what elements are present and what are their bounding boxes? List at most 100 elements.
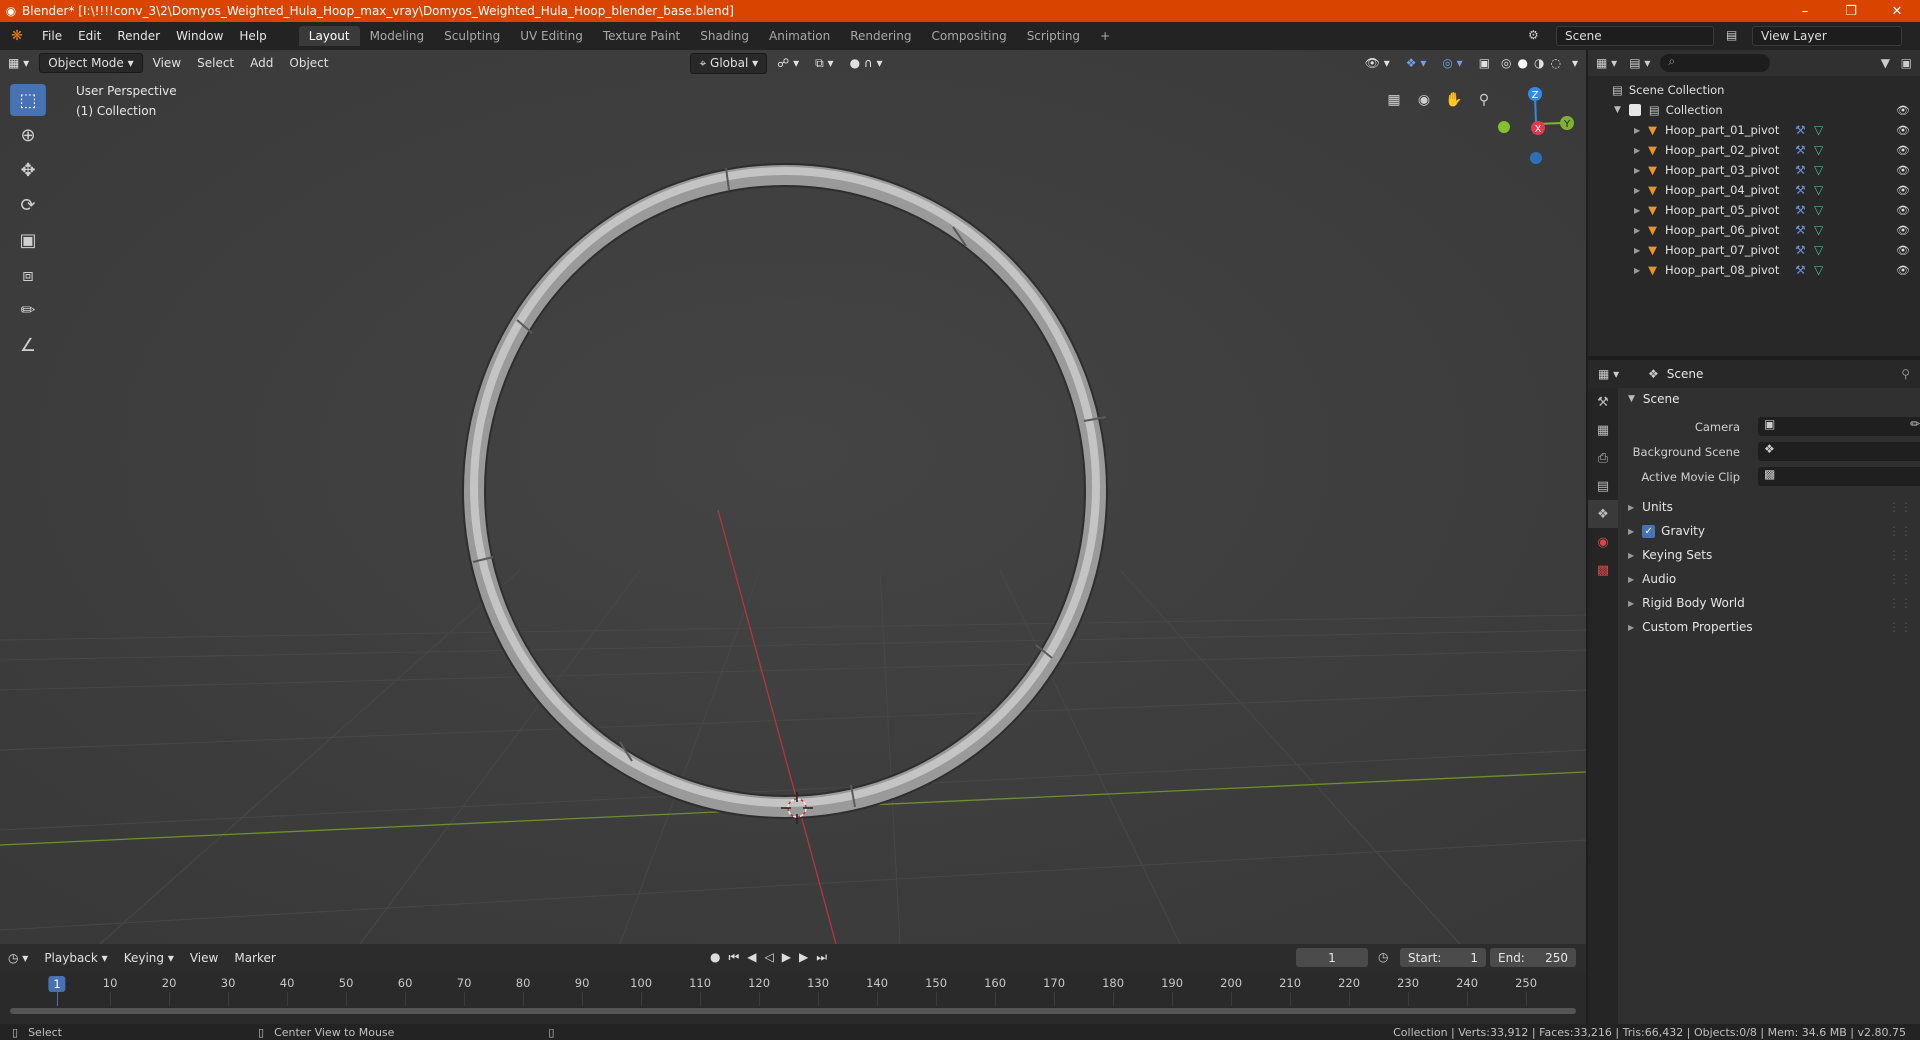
minimize-button[interactable]: – xyxy=(1782,4,1828,19)
properties-panel-units[interactable]: ▶ Units ⋮⋮ xyxy=(1618,495,1920,519)
modifier-wrench-icon[interactable]: ⚒ xyxy=(1795,183,1806,197)
play-reverse-icon[interactable]: ◁ xyxy=(765,950,782,964)
texture-tab-icon[interactable]: ▩ xyxy=(1588,556,1618,584)
rotate-tool-icon[interactable]: ⟳ xyxy=(10,189,46,221)
record-icon[interactable]: ● xyxy=(710,950,728,964)
tab-scripting[interactable]: Scripting xyxy=(1017,26,1090,46)
mesh-data-icon[interactable]: ▽ xyxy=(1814,123,1823,137)
gizmo-toggle-icon[interactable]: ❖ ▾ xyxy=(1398,56,1435,70)
3d-viewport[interactable]: Z Y X ▦ ▾ Object Mode ▾ View Select Add … xyxy=(0,50,1586,944)
background-scene-field[interactable]: ❖ xyxy=(1758,442,1920,461)
menu-marker[interactable]: Marker xyxy=(226,951,283,965)
modifier-wrench-icon[interactable]: ⚒ xyxy=(1795,263,1806,277)
modifier-wrench-icon[interactable]: ⚒ xyxy=(1795,123,1806,137)
snap-icon[interactable]: ⧉ ▾ xyxy=(807,56,841,71)
zoom-view-icon[interactable]: ⚲ xyxy=(1470,86,1498,114)
maximize-button[interactable]: ❐ xyxy=(1828,4,1874,19)
toggle-grid-view-icon[interactable]: ▦ xyxy=(1380,86,1408,114)
menu-playback[interactable]: Playback ▾ xyxy=(36,951,115,965)
menu-edit[interactable]: Edit xyxy=(70,29,109,43)
collection-expand-icon[interactable]: ▼ xyxy=(1614,105,1621,115)
mesh-data-icon[interactable]: ▽ xyxy=(1814,223,1823,237)
end-frame-field[interactable]: End: 250 xyxy=(1490,948,1576,967)
shading-options-icon[interactable]: ▾ xyxy=(1564,56,1586,70)
panel-drag-handle-icon[interactable]: ⋮⋮ xyxy=(1888,572,1912,586)
panel-drag-handle-icon[interactable]: ⋮⋮ xyxy=(1888,524,1912,538)
object-visibility-icon[interactable]: 👁 xyxy=(1896,244,1910,257)
pin-icon[interactable]: ⚲ xyxy=(1901,367,1910,381)
expand-arrow-icon[interactable]: ▶ xyxy=(1634,186,1640,195)
modifier-wrench-icon[interactable]: ⚒ xyxy=(1795,223,1806,237)
transform-orientation-dropdown[interactable]: ⌖ Global ▾ xyxy=(690,52,768,74)
camera-view-icon[interactable]: ◉ xyxy=(1410,86,1438,114)
render-tab-icon[interactable]: ▦ xyxy=(1588,416,1618,444)
new-collection-icon[interactable]: ▣ xyxy=(1901,56,1912,70)
filter-icon[interactable]: ▼ xyxy=(1881,56,1890,70)
tab-compositing[interactable]: Compositing xyxy=(921,26,1016,46)
expand-arrow-icon[interactable]: ▶ xyxy=(1634,226,1640,235)
add-workspace-button[interactable]: + xyxy=(1090,26,1120,46)
prev-keyframe-icon[interactable]: ◀ xyxy=(747,950,764,964)
tab-modeling[interactable]: Modeling xyxy=(360,26,435,46)
shading-material-icon[interactable]: ◑ xyxy=(1531,56,1547,70)
visibility-icon[interactable]: 👁 ▾ xyxy=(1357,56,1398,70)
modifier-wrench-icon[interactable]: ⚒ xyxy=(1795,143,1806,157)
object-visibility-icon[interactable]: 👁 xyxy=(1896,184,1910,197)
object-visibility-icon[interactable]: 👁 xyxy=(1896,124,1910,137)
outliner-row-object[interactable]: ▶ ▼ Hoop_part_07_pivot ⚒ ▽ 👁 xyxy=(1588,240,1920,260)
view-layer-field[interactable]: View Layer xyxy=(1752,26,1902,46)
scene-name-field[interactable]: Scene xyxy=(1556,26,1714,46)
cursor-tool-icon[interactable]: ⊕ xyxy=(10,119,46,151)
tab-animation[interactable]: Animation xyxy=(759,26,840,46)
object-visibility-icon[interactable]: 👁 xyxy=(1896,164,1910,177)
expand-arrow-icon[interactable]: ▶ xyxy=(1634,166,1640,175)
blender-menu-icon[interactable]: ❋ xyxy=(0,28,34,44)
panel-drag-handle-icon[interactable]: ⋮⋮ xyxy=(1888,548,1912,562)
jump-end-icon[interactable]: ⏭ xyxy=(816,950,835,964)
menu-select[interactable]: Select xyxy=(189,56,242,70)
modifier-wrench-icon[interactable]: ⚒ xyxy=(1795,203,1806,217)
view-layer-icon[interactable]: ▤ xyxy=(1726,28,1737,42)
scene-panel-header[interactable]: ▼ Scene xyxy=(1618,388,1920,410)
mesh-data-icon[interactable]: ▽ xyxy=(1814,203,1823,217)
timeline-scrollbar[interactable] xyxy=(10,1008,1576,1014)
tab-rendering[interactable]: Rendering xyxy=(840,26,921,46)
scene-selector-icon[interactable]: ⚙ xyxy=(1528,28,1539,42)
mesh-data-icon[interactable]: ▽ xyxy=(1814,143,1823,157)
outliner-row-object[interactable]: ▶ ▼ Hoop_part_03_pivot ⚒ ▽ 👁 xyxy=(1588,160,1920,180)
close-button[interactable]: ✕ xyxy=(1874,4,1920,19)
preview-range-icon[interactable]: ◷ xyxy=(1378,950,1388,964)
mesh-data-icon[interactable]: ▽ xyxy=(1814,183,1823,197)
outliner-search-input[interactable]: ⌕ xyxy=(1660,54,1771,72)
panel-drag-handle-icon[interactable]: ⋮⋮ xyxy=(1888,620,1912,634)
menu-object[interactable]: Object xyxy=(281,56,336,70)
timeline-menu-view[interactable]: View xyxy=(182,951,226,965)
mesh-data-icon[interactable]: ▽ xyxy=(1814,163,1823,177)
mesh-data-icon[interactable]: ▽ xyxy=(1814,243,1823,257)
pivot-point-icon[interactable]: ☍ ▾ xyxy=(769,56,807,70)
current-frame-field[interactable]: 1 xyxy=(1296,948,1368,967)
properties-panel-audio[interactable]: ▶ Audio ⋮⋮ xyxy=(1618,567,1920,591)
outliner-row-object[interactable]: ▶ ▼ Hoop_part_02_pivot ⚒ ▽ 👁 xyxy=(1588,140,1920,160)
play-icon[interactable]: ▶ xyxy=(782,950,799,964)
shading-rendered-icon[interactable]: ◌ xyxy=(1547,56,1563,70)
menu-render[interactable]: Render xyxy=(109,29,168,43)
menu-window[interactable]: Window xyxy=(168,29,231,43)
outliner-row-scene-collection[interactable]: ▤ Scene Collection xyxy=(1588,80,1920,100)
eyedropper-icon[interactable]: ✏ xyxy=(1910,417,1920,431)
output-tab-icon[interactable]: ⎙ xyxy=(1588,444,1618,472)
collection-visibility-icon[interactable]: 👁 xyxy=(1896,104,1910,117)
pan-view-icon[interactable]: ✋ xyxy=(1440,86,1468,114)
menu-help[interactable]: Help xyxy=(231,29,274,43)
properties-editor-type-icon[interactable]: ▦ ▾ xyxy=(1598,367,1619,381)
scene-tab-icon[interactable]: ❖ xyxy=(1588,500,1618,528)
active-movie-clip-field[interactable]: ▩ xyxy=(1758,467,1920,486)
transform-tool-icon[interactable]: ⧈ xyxy=(10,259,46,291)
outliner-row-collection[interactable]: ▼ ▤ Collection 👁 xyxy=(1588,100,1920,120)
tab-layout[interactable]: Layout xyxy=(298,26,360,46)
start-frame-field[interactable]: Start: 1 xyxy=(1400,948,1486,967)
viewport-scene[interactable]: Z Y X xyxy=(0,50,1586,944)
editor-type-icon[interactable]: ▦ ▾ xyxy=(0,56,37,70)
object-visibility-icon[interactable]: 👁 xyxy=(1896,224,1910,237)
gravity-checkbox[interactable]: ✓ xyxy=(1642,524,1656,538)
